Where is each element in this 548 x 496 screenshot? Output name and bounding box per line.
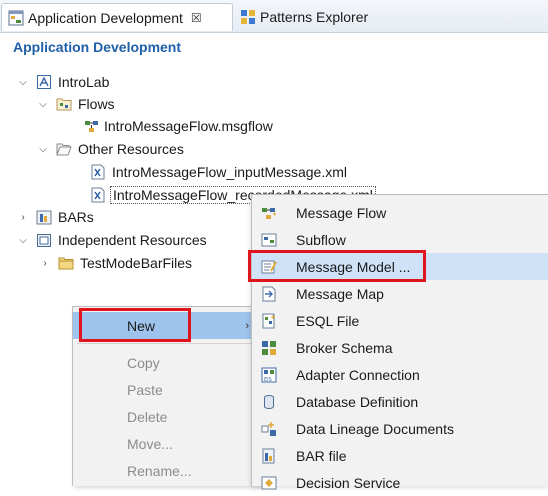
tree-item-label: IntroMessageFlow_inputMessage.xml — [112, 164, 347, 180]
submenu-item-label: BAR file — [296, 447, 347, 464]
flows-folder-icon — [56, 96, 72, 112]
submenu-item-bar-file[interactable]: BAR file — [252, 442, 548, 469]
tree-item-independent-resources[interactable]: ⌵ Independent Resources — [16, 229, 207, 251]
submenu-item-message-map[interactable]: Message Map — [252, 280, 548, 307]
patterns-explorer-icon — [240, 9, 256, 25]
decision-service-icon — [261, 475, 277, 491]
tree-item-label: Other Resources — [78, 141, 184, 157]
submenu-item-label: Decision Service — [296, 474, 401, 491]
application-icon — [36, 74, 52, 90]
menu-item-label: Delete — [127, 408, 168, 425]
tree-item-input-message[interactable]: IntroMessageFlow_inputMessage.xml — [90, 161, 347, 183]
highlight-box-message-model — [248, 250, 426, 282]
panel-title: Application Development — [13, 39, 182, 55]
submenu-item-label: Data Lineage Documents — [296, 420, 454, 437]
submenu-item-label: Subflow — [296, 231, 346, 248]
tree-item-label: IntroMessageFlow.msgflow — [104, 118, 273, 134]
submenu-arrow-icon: › — [245, 319, 249, 332]
tree-item-label: Independent Resources — [58, 232, 207, 248]
submenu-item-label: Message Map — [296, 285, 384, 302]
menu-item-move[interactable]: Move... — [73, 430, 263, 457]
esql-file-icon — [261, 313, 277, 329]
chevron-right-icon[interactable]: › — [38, 258, 52, 269]
new-submenu: Message Flow Subflow Message Model ... M… — [251, 194, 548, 491]
message-flow-icon — [261, 205, 277, 221]
tab-application-development[interactable]: Application Development ☒ — [1, 3, 233, 31]
menu-item-rename[interactable]: Rename... — [73, 457, 263, 484]
menu-separator — [77, 343, 259, 344]
data-lineage-icon — [261, 421, 277, 437]
submenu-item-subflow[interactable]: Subflow — [252, 226, 548, 253]
independent-resources-icon — [36, 232, 52, 248]
folder-open-icon — [56, 141, 72, 157]
submenu-item-label: Broker Schema — [296, 339, 393, 356]
xml-file-icon — [90, 187, 106, 203]
submenu-item-data-lineage[interactable]: Data Lineage Documents — [252, 415, 548, 442]
submenu-item-adapter-connection[interactable]: EIS Adapter Connection — [252, 361, 548, 388]
message-flow-file-icon — [84, 118, 100, 134]
tab-label: Application Development — [28, 9, 183, 26]
chevron-down-icon[interactable]: ⌵ — [16, 235, 30, 246]
close-tab-icon[interactable]: ☒ — [191, 11, 202, 25]
submenu-item-decision-service[interactable]: Decision Service — [252, 469, 548, 496]
subflow-icon — [261, 232, 277, 248]
tab-label: Patterns Explorer — [260, 9, 369, 25]
menu-item-paste[interactable]: Paste — [73, 376, 263, 403]
tree-item-flows[interactable]: ⌵ Flows — [36, 93, 115, 115]
submenu-item-label: Message Flow — [296, 204, 387, 221]
bars-folder-icon — [36, 209, 52, 225]
submenu-item-broker-schema[interactable]: Broker Schema — [252, 334, 548, 361]
chevron-right-icon[interactable]: › — [16, 212, 30, 223]
svg-text:EIS: EIS — [264, 377, 272, 383]
tree-item-label: TestModeBarFiles — [80, 255, 193, 271]
application-development-view-icon — [8, 10, 24, 26]
tree-item-label: Flows — [78, 96, 115, 112]
tree-item-bars[interactable]: › BARs — [16, 206, 94, 228]
chevron-down-icon[interactable]: ⌵ — [36, 144, 50, 155]
bar-file-icon — [261, 448, 277, 464]
submenu-item-label: Database Definition — [296, 393, 419, 410]
submenu-item-label: ESQL File — [296, 312, 360, 329]
menu-item-label: Rename... — [127, 462, 192, 479]
tree-item-msgflow[interactable]: IntroMessageFlow.msgflow — [84, 115, 273, 137]
folder-icon — [58, 255, 74, 271]
submenu-item-esql-file[interactable]: ESQL File — [252, 307, 548, 334]
broker-schema-icon — [261, 340, 277, 356]
submenu-item-label: Adapter Connection — [296, 366, 420, 383]
tree-item-label: IntroLab — [58, 74, 110, 90]
view-tab-bar: Application Development ☒ Patterns Explo… — [0, 0, 548, 33]
tree-item-introlab[interactable]: ⌵ IntroLab — [16, 71, 109, 93]
submenu-item-database-definition[interactable]: Database Definition — [252, 388, 548, 415]
tree-item-testmode[interactable]: › TestModeBarFiles — [38, 252, 192, 274]
menu-item-delete[interactable]: Delete — [73, 403, 263, 430]
message-map-icon — [261, 286, 277, 302]
chevron-down-icon[interactable]: ⌵ — [36, 99, 50, 110]
menu-item-label: Move... — [127, 435, 173, 452]
tree-item-other-resources[interactable]: ⌵ Other Resources — [36, 138, 184, 160]
menu-item-copy[interactable]: Copy — [73, 349, 263, 376]
submenu-item-message-flow[interactable]: Message Flow — [252, 199, 548, 226]
chevron-down-icon[interactable]: ⌵ — [16, 77, 30, 88]
highlight-box-new — [79, 308, 191, 342]
xml-file-icon — [90, 164, 106, 180]
menu-item-label: Paste — [127, 381, 163, 398]
menu-item-label: Copy — [127, 354, 160, 371]
tree-item-label: BARs — [58, 209, 94, 225]
tab-patterns-explorer[interactable]: Patterns Explorer — [240, 3, 440, 31]
database-definition-icon — [261, 394, 277, 410]
adapter-connection-icon: EIS — [261, 367, 277, 383]
